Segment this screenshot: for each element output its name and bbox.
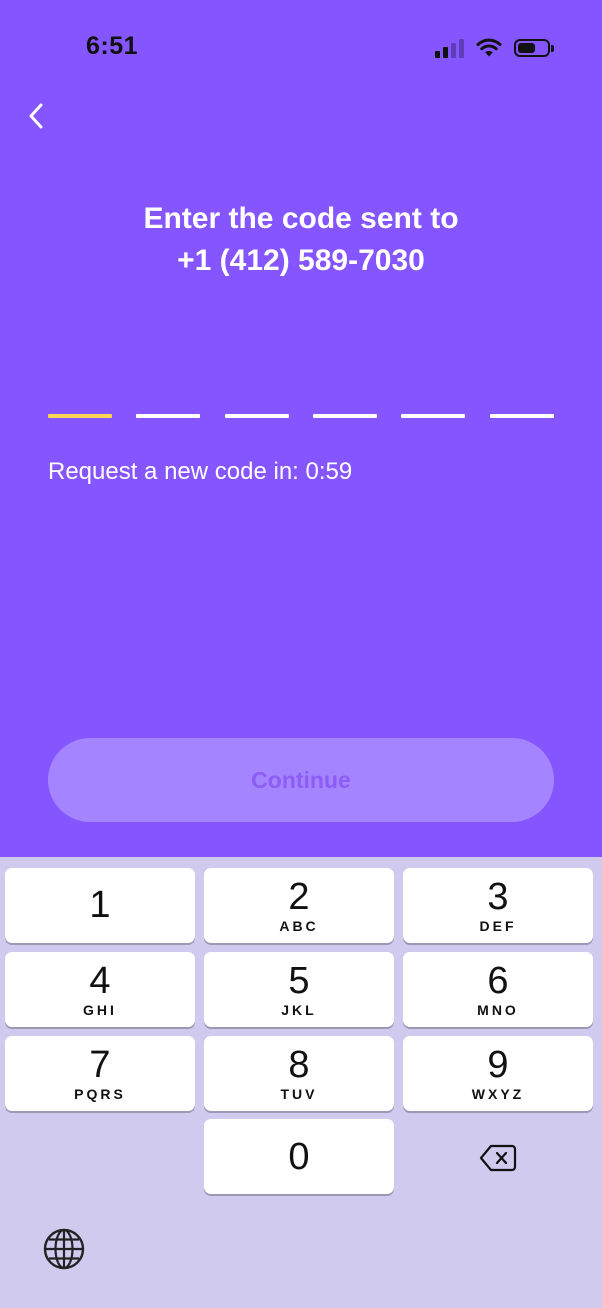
key-letters: WXYZ bbox=[471, 1086, 525, 1102]
key-8[interactable]: 8 TUV bbox=[204, 1036, 394, 1111]
globe-icon bbox=[43, 1228, 85, 1270]
chevron-left-icon bbox=[29, 103, 43, 129]
page-title: Enter the code sent to +1 (412) 589-7030 bbox=[0, 198, 602, 282]
key-letters: DEF bbox=[479, 918, 517, 934]
key-1[interactable]: 1 bbox=[5, 868, 195, 943]
key-3[interactable]: 3 DEF bbox=[403, 868, 593, 943]
code-input[interactable] bbox=[48, 414, 554, 420]
key-digit: 5 bbox=[288, 960, 310, 1002]
key-letters: PQRS bbox=[74, 1086, 126, 1102]
key-4[interactable]: 4 GHI bbox=[5, 952, 195, 1027]
code-slot-4[interactable] bbox=[313, 414, 377, 418]
key-digit: 4 bbox=[89, 960, 111, 1002]
code-slot-5[interactable] bbox=[401, 414, 465, 418]
key-letters: GHI bbox=[83, 1002, 117, 1018]
continue-button[interactable]: Continue bbox=[48, 738, 554, 822]
phone-number: +1 (412) 589-7030 bbox=[177, 244, 425, 277]
globe-key[interactable] bbox=[42, 1227, 86, 1271]
code-slot-2[interactable] bbox=[136, 414, 200, 418]
wifi-icon bbox=[476, 38, 502, 57]
title-line-1: Enter the code sent to bbox=[143, 202, 459, 235]
cellular-signal-icon bbox=[435, 38, 464, 58]
status-time: 6:51 bbox=[86, 32, 139, 60]
back-button[interactable] bbox=[20, 100, 52, 132]
key-digit: 0 bbox=[288, 1135, 310, 1178]
key-letters: TUV bbox=[280, 1086, 318, 1102]
resend-timer: Request a new code in: 0:59 bbox=[48, 458, 353, 485]
key-digit: 2 bbox=[288, 876, 310, 918]
key-digit: 9 bbox=[487, 1044, 509, 1086]
key-digit: 8 bbox=[288, 1044, 310, 1086]
backspace-icon bbox=[479, 1144, 517, 1172]
key-2[interactable]: 2 ABC bbox=[204, 868, 394, 943]
code-slot-1[interactable] bbox=[48, 414, 112, 418]
status-icons bbox=[435, 36, 554, 60]
code-slot-6[interactable] bbox=[490, 414, 554, 418]
key-letters: ABC bbox=[279, 918, 319, 934]
key-digit: 3 bbox=[487, 876, 509, 918]
backspace-key[interactable] bbox=[458, 1138, 538, 1178]
key-5[interactable]: 5 JKL bbox=[204, 952, 394, 1027]
key-letters: JKL bbox=[281, 1002, 317, 1018]
key-digit: 6 bbox=[487, 960, 509, 1002]
key-7[interactable]: 7 PQRS bbox=[5, 1036, 195, 1111]
key-letters: MNO bbox=[477, 1002, 519, 1018]
key-digit: 1 bbox=[89, 884, 111, 926]
key-0[interactable]: 0 bbox=[204, 1119, 394, 1194]
otp-screen: 6:51 Enter the code sent to +1 (412) 589… bbox=[0, 0, 602, 1308]
key-9[interactable]: 9 WXYZ bbox=[403, 1036, 593, 1111]
battery-icon bbox=[514, 39, 554, 57]
code-slot-3[interactable] bbox=[225, 414, 289, 418]
key-digit: 7 bbox=[89, 1044, 111, 1086]
key-6[interactable]: 6 MNO bbox=[403, 952, 593, 1027]
